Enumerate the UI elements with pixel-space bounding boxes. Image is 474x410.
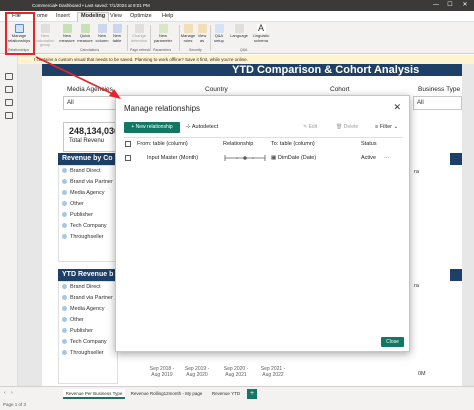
status-bar: Page 1 of 3 [0, 400, 474, 410]
add-page-button[interactable]: + [247, 389, 257, 399]
page-tab-revenue-rolling[interactable]: Revenue Rolling12month - My page [129, 389, 204, 399]
page-tab-revenue-per-business-type[interactable]: Revenue Per Business Type [63, 389, 125, 399]
page-tab-revenue-ytd[interactable]: Revenue YTD [208, 389, 244, 399]
prev-page-icon[interactable]: ‹ [4, 390, 6, 396]
page-tab-bar: ‹ › Revenue Per Business Type Revenue Ro… [0, 386, 474, 400]
page-count: Page 1 of 3 [3, 402, 27, 407]
annotation-arrow [35, 56, 121, 99]
next-page-icon[interactable]: › [11, 390, 13, 396]
